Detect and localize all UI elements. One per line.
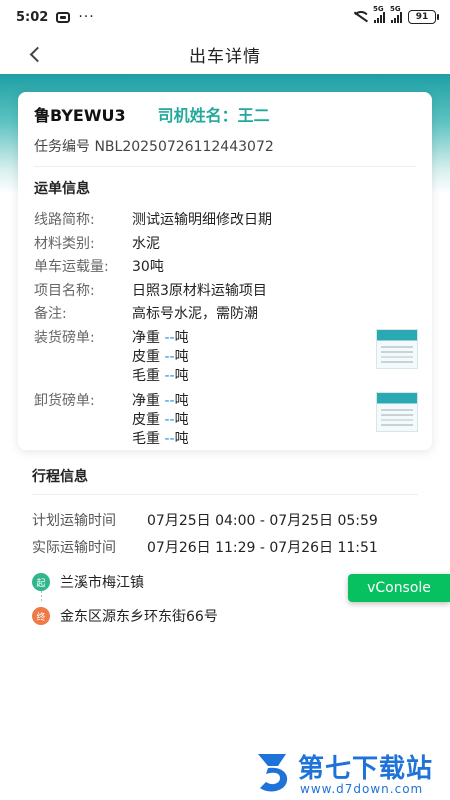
signal-icon-2: 5G	[390, 5, 402, 23]
actual-time-label: 实际运输时间	[32, 540, 116, 556]
status-time: 5:02	[16, 9, 49, 25]
info-row: 材料类别: 水泥	[34, 233, 416, 257]
planned-time-label: 计划运输时间	[32, 513, 116, 529]
unload-ticket-thumbnail[interactable]	[376, 391, 418, 432]
status-bar: 5:02 ··· 5G 5G 91	[0, 0, 450, 34]
planned-time-row: 计划运输时间 07月25日 04:00 - 07月25日 05:59	[32, 510, 378, 530]
signal-icon-1: 5G	[373, 5, 385, 23]
load-ticket-thumbnail[interactable]	[376, 328, 418, 369]
battery-icon: 91	[408, 10, 439, 24]
info-label: 线路简称:	[34, 212, 95, 228]
info-row: 单车运载量: 30吨	[34, 256, 416, 280]
weight-line: 净重 --吨	[132, 329, 189, 346]
watermark-logo-icon	[258, 754, 288, 792]
info-value: 30吨	[132, 259, 164, 275]
waybill-rows: 线路简称: 测试运输明细修改日期 材料类别: 水泥 单车运载量: 30吨 项目名…	[34, 209, 418, 449]
info-label: 备注:	[34, 306, 67, 322]
actual-time-row: 实际运输时间 07月26日 11:29 - 07月26日 11:51	[32, 537, 378, 557]
start-location-text: 兰溪市梅江镇	[60, 575, 144, 591]
route-connector	[40, 591, 42, 603]
end-location: 终 金东区源东乡环东街66号	[32, 606, 218, 626]
load-weigh-label: 装货磅单:	[34, 329, 95, 346]
weight-line: 皮重 --吨	[132, 348, 189, 365]
back-chevron-icon[interactable]	[26, 44, 46, 64]
section-title-waybill: 运单信息	[34, 181, 90, 197]
load-weigh-ticket: 装货磅单: 净重 --吨 皮重 --吨 毛重 --吨	[34, 328, 418, 386]
info-label: 材料类别:	[34, 235, 95, 252]
watermark: 第七下载站 www.d7down.com	[256, 748, 446, 800]
watermark-brand: 第七下载站	[298, 754, 434, 784]
start-badge-icon: 起	[32, 573, 50, 591]
watermark-url: www.d7down.com	[300, 782, 424, 796]
info-row: 备注: 高标号水泥，需防潮	[34, 303, 416, 327]
wifi-off-icon	[352, 11, 368, 23]
info-value: 水泥	[132, 235, 160, 252]
weight-line: 皮重 --吨	[132, 411, 189, 428]
actual-time-value: 07月26日 11:29 - 07月26日 11:51	[147, 540, 378, 556]
waybill-card: 鲁BYEWU3 司机姓名：王二 任务编号 NBL2025072611244307…	[18, 92, 432, 450]
network-type-1: 5G	[373, 5, 384, 13]
end-location-text: 金东区源东乡环东街66号	[60, 609, 218, 625]
task-number: 任务编号 NBL20250726112443072	[34, 134, 416, 160]
section-title-trip: 行程信息	[32, 469, 88, 485]
info-value: 高标号水泥，需防潮	[132, 306, 258, 322]
task-number-label: 任务编号	[34, 139, 90, 155]
weight-line: 毛重 --吨	[132, 430, 189, 447]
info-row: 线路简称: 测试运输明细修改日期	[34, 209, 416, 233]
driver-name: 司机姓名：王二	[157, 106, 270, 125]
vconsole-button[interactable]: vConsole	[348, 574, 450, 602]
info-label: 单车运载量:	[34, 259, 109, 275]
info-label: 项目名称:	[34, 282, 95, 299]
info-value: 日照3原材料运输项目	[132, 282, 267, 299]
divider	[34, 166, 416, 167]
info-value: 测试运输明细修改日期	[132, 212, 272, 228]
weight-line: 净重 --吨	[132, 392, 189, 409]
end-badge-icon: 终	[32, 607, 50, 625]
start-location: 起 兰溪市梅江镇	[32, 572, 144, 592]
unload-weigh-label: 卸货磅单:	[34, 392, 95, 409]
unload-weigh-ticket: 卸货磅单: 净重 --吨 皮重 --吨 毛重 --吨	[34, 391, 418, 449]
network-type-2: 5G	[390, 5, 401, 13]
message-icon	[56, 11, 71, 23]
divider	[32, 494, 418, 495]
task-number-value: NBL20250726112443072	[94, 139, 274, 155]
page-title: 出车详情	[189, 46, 261, 67]
planned-time-value: 07月25日 04:00 - 07月25日 05:59	[147, 513, 378, 529]
weight-line: 毛重 --吨	[132, 367, 189, 384]
nav-bar: 出车详情	[0, 34, 450, 74]
more-dots-icon: ···	[78, 9, 95, 25]
info-row: 项目名称: 日照3原材料运输项目	[34, 280, 416, 304]
plate-number: 鲁BYEWU3	[34, 106, 126, 125]
